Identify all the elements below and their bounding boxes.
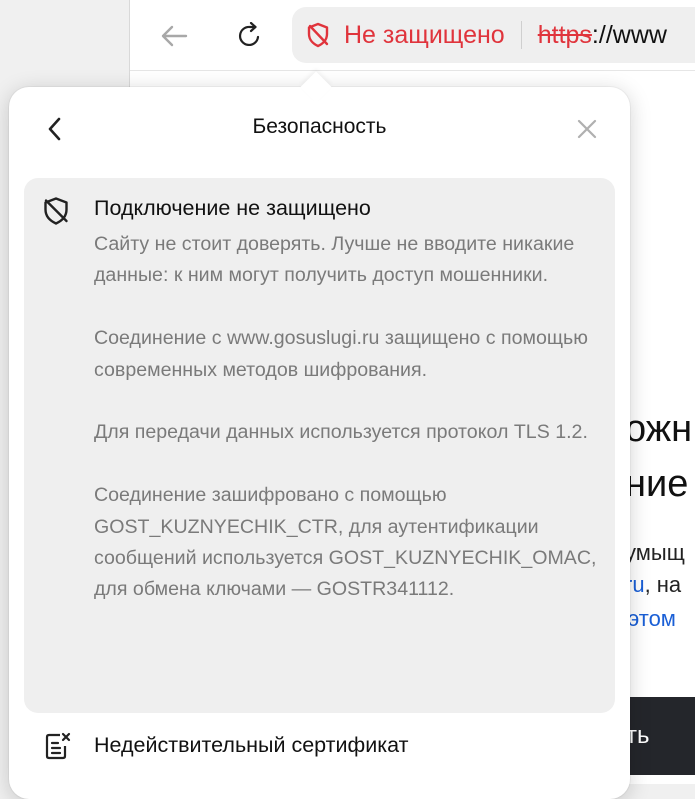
page-heading-line2: ние xyxy=(625,463,689,505)
address-bar-divider xyxy=(520,21,522,49)
popup-close-button[interactable] xyxy=(569,111,605,147)
reload-icon xyxy=(238,22,260,47)
page-paragraph-rest: , на xyxy=(644,572,682,597)
address-bar[interactable]: Не защищено https://www xyxy=(292,7,695,63)
close-icon xyxy=(577,119,597,139)
protocol-paragraph: Для передачи данных используется протоко… xyxy=(94,421,588,444)
url-text[interactable]: https://www xyxy=(538,21,667,50)
connection-details: Сайту не стоит доверять. Лучше не вводит… xyxy=(94,229,604,606)
page-link[interactable]: этом xyxy=(628,606,676,632)
url-protocol: https xyxy=(537,20,592,49)
security-popup: Безопасность Подключение не защищено Сай… xyxy=(9,71,630,799)
certificate-icon xyxy=(45,732,71,760)
back-arrow-icon xyxy=(161,25,188,47)
popup-title: Безопасность xyxy=(252,115,387,138)
certificate-row[interactable]: Недействительный сертификат xyxy=(9,723,630,771)
url-rest: ://www xyxy=(591,20,667,49)
shield-crossed-icon xyxy=(307,22,329,48)
connection-status-title: Подключение не защищено xyxy=(94,196,371,220)
cipher-paragraph: Соединение зашифровано с помощью GOST_KU… xyxy=(94,484,597,601)
certificate-label[interactable]: Недействительный сертификат xyxy=(94,733,408,758)
popup-header: Безопасность xyxy=(9,87,630,173)
connection-status-label[interactable]: Не защищено xyxy=(344,21,505,50)
page-paragraph-line2: ru, на xyxy=(625,572,681,598)
page-heading-line1: ожн xyxy=(625,408,693,450)
warning-paragraph: Сайту не стоит доверять. Лучше не вводит… xyxy=(94,233,575,287)
encryption-paragraph: Соединение с www.gosuslugi.ru защищено с… xyxy=(94,327,588,381)
reload-button[interactable] xyxy=(228,14,272,58)
connection-info-card: Подключение не защищено Сайту не стоит д… xyxy=(24,178,615,713)
browser-toolbar: Не защищено https://www xyxy=(130,0,695,71)
back-button[interactable] xyxy=(152,14,196,58)
page-paragraph-line1: умыщ xyxy=(625,540,685,565)
shield-crossed-icon xyxy=(44,197,68,225)
